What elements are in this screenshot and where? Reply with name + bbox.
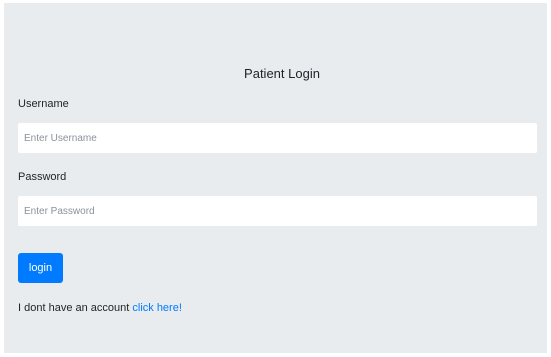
signup-prompt-row: I dont have an account click here! bbox=[18, 302, 182, 314]
login-page: Patient Login Username Password login I … bbox=[4, 3, 547, 353]
signup-prompt-text: I dont have an account bbox=[18, 302, 130, 314]
login-button[interactable]: login bbox=[18, 253, 63, 283]
username-input[interactable] bbox=[18, 123, 537, 153]
signup-link[interactable]: click here! bbox=[132, 302, 182, 314]
page-title: Patient Login bbox=[244, 66, 320, 81]
password-input[interactable] bbox=[18, 196, 537, 226]
username-label: Username bbox=[18, 98, 69, 110]
password-label: Password bbox=[18, 171, 67, 183]
